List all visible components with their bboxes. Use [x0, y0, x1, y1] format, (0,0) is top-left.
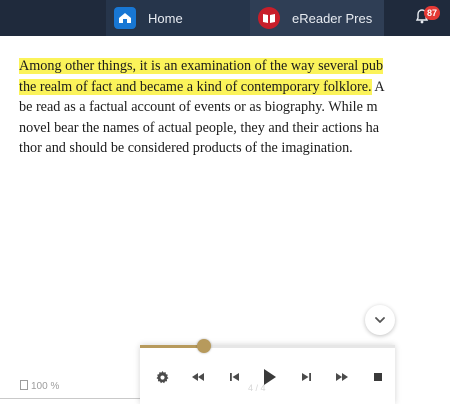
play-icon: [264, 369, 276, 385]
tab-ereader[interactable]: eReader Pres: [250, 0, 384, 36]
text-line: be read as a factual account of events o…: [19, 99, 378, 115]
highlighted-text: Among other things, it is an examination…: [19, 58, 384, 74]
paragraph: Among other things, it is an examination…: [0, 56, 450, 159]
text-line: thor and should be considered products o…: [19, 140, 353, 156]
text-fragment: A: [371, 78, 385, 95]
ereader-icon: [258, 7, 280, 29]
play-button[interactable]: [258, 365, 282, 389]
next-icon: [301, 373, 311, 381]
notification-button[interactable]: 87: [394, 0, 450, 36]
footer-divider: [0, 398, 140, 399]
progress-track[interactable]: [140, 339, 395, 353]
player-controls: [150, 365, 390, 389]
stop-button[interactable]: [366, 365, 390, 389]
zoom-indicator: 100 %: [20, 380, 59, 393]
previous-button[interactable]: [222, 365, 246, 389]
taskbar: Home eReader Pres 87: [0, 0, 450, 36]
tab-home-label: Home: [148, 10, 183, 26]
tab-home[interactable]: Home: [106, 0, 250, 36]
fast-forward-icon: [336, 373, 348, 381]
notification-badge: 87: [424, 6, 440, 20]
chevron-down-icon: [374, 311, 386, 329]
rewind-button[interactable]: [186, 365, 210, 389]
zoom-level: 100 %: [31, 381, 60, 392]
fast-forward-button[interactable]: [330, 365, 354, 389]
progress-thumb[interactable]: [196, 339, 211, 353]
text-line: novel bear the names of actual people, t…: [19, 119, 380, 136]
settings-button[interactable]: [150, 365, 174, 389]
stop-icon: [374, 373, 382, 381]
text-line: the realm of fact and became a kind of c…: [19, 77, 450, 98]
previous-icon: [229, 373, 239, 381]
audio-player: 4 / 4: [140, 339, 395, 404]
tab-ereader-label: eReader Pres: [292, 10, 373, 26]
rewind-icon: [192, 373, 204, 381]
text-line: Among other things, it is an examination…: [19, 56, 450, 77]
next-button[interactable]: [294, 365, 318, 389]
reader-content: Among other things, it is an examination…: [0, 56, 450, 316]
home-icon: [114, 7, 136, 29]
page-icon: [20, 380, 28, 393]
settings-icon: [156, 370, 168, 383]
highlighted-text: the realm of fact and became a kind of c…: [19, 78, 372, 95]
progress-fill: [140, 345, 204, 348]
collapse-player-button[interactable]: [365, 305, 395, 335]
